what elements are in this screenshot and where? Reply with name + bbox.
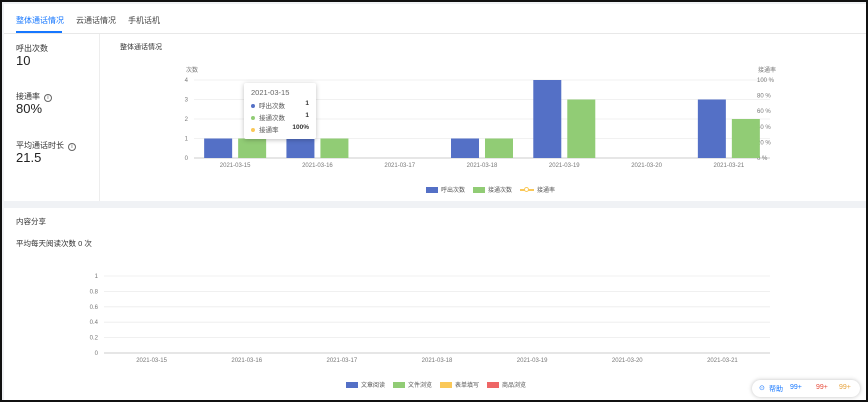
bar bbox=[697, 99, 726, 158]
legend-swatch-icon bbox=[346, 382, 358, 388]
badge-count: 99+ bbox=[816, 384, 828, 391]
call-chart-legend: 呼出次数 接通次数 接通率 bbox=[426, 185, 563, 194]
tooltip-row-label: 呼出次数 bbox=[259, 103, 285, 110]
x-tick-label: 2021-03-17 bbox=[384, 163, 415, 169]
y2-tick-label: 60 % bbox=[757, 109, 771, 115]
legend-swatch-icon bbox=[426, 187, 438, 193]
y-tick-label: 1 bbox=[95, 274, 99, 280]
y-tick-label: 1 bbox=[185, 137, 189, 143]
legend-swatch-icon bbox=[473, 187, 486, 193]
series-dot-icon bbox=[251, 104, 255, 108]
tooltip-row-value: 100% bbox=[292, 124, 309, 131]
left-axis-name: 次数 bbox=[186, 66, 198, 74]
legend-item[interactable]: 表单填写 bbox=[440, 380, 479, 389]
x-tick-label: 2021-03-21 bbox=[707, 358, 738, 364]
app-frame: 整体通话情况 云通话情况 手机话机 呼出次数 10 接通率 i 80% 平均通话时… bbox=[0, 0, 868, 402]
legend-swatch-icon bbox=[393, 382, 406, 388]
x-tick-label: 2021-03-19 bbox=[549, 163, 580, 169]
bar bbox=[320, 138, 349, 158]
tooltip-row: 接通率 100% bbox=[251, 124, 313, 134]
tooltip-row: 接通次数 1 bbox=[251, 112, 313, 122]
legend-item[interactable]: 接通次数 bbox=[473, 185, 512, 194]
legend-label: 文章阅读 bbox=[361, 383, 386, 389]
y2-tick-label: 100 % bbox=[757, 78, 775, 84]
x-tick-label: 2021-03-18 bbox=[467, 163, 498, 169]
bar bbox=[286, 138, 315, 158]
legend-swatch-icon bbox=[440, 382, 453, 388]
right-axis-name: 接通率 bbox=[758, 66, 776, 74]
legend-swatch-icon bbox=[520, 187, 535, 193]
x-tick-label: 2021-03-20 bbox=[631, 163, 662, 169]
series-dot-icon bbox=[251, 116, 255, 120]
tooltip-row-label: 接通率 bbox=[259, 127, 279, 134]
y-tick-label: 0 bbox=[185, 156, 189, 162]
y2-tick-label: 80 % bbox=[757, 94, 771, 100]
bar bbox=[451, 138, 479, 158]
legend-item[interactable]: 接通率 bbox=[520, 185, 555, 194]
content-share-card: 内容分享 平均每天阅读次数 0 次 0 0.2 0.4 0.6 0.8 1 2021-03-… bbox=[4, 208, 866, 400]
x-tick-label: 2021-03-17 bbox=[327, 358, 358, 364]
tooltip-row-value: 1 bbox=[305, 112, 309, 119]
y-tick-label: 0.6 bbox=[90, 305, 99, 311]
share-chart: 0 0.2 0.4 0.6 0.8 1 2021-03-15 2021-03-16 2021-0… bbox=[90, 274, 770, 364]
tooltip-date: 2021-03-15 bbox=[251, 88, 290, 97]
legend-label: 接通率 bbox=[537, 188, 556, 194]
help-icon: ⊙ bbox=[759, 385, 765, 392]
legend-label: 表单填写 bbox=[455, 383, 480, 389]
y-tick-label: 0.2 bbox=[90, 336, 99, 342]
chart-tooltip: 2021-03-15 呼出次数 1 接通次数 1 接通率 100% bbox=[244, 83, 316, 139]
badge-count: 99+ bbox=[839, 384, 851, 391]
x-tick-label: 2021-03-15 bbox=[136, 358, 167, 364]
tooltip-row: 呼出次数 1 bbox=[251, 100, 313, 110]
call-chart: 次数 接通率 012340 %20 %40 %60 %80 %100 %2021… bbox=[185, 66, 776, 169]
x-tick-label: 2021-03-20 bbox=[612, 358, 643, 364]
y-tick-label: 3 bbox=[185, 98, 189, 104]
legend-label: 文件浏览 bbox=[408, 383, 433, 389]
bar bbox=[567, 99, 596, 158]
legend-item[interactable]: 文章阅读 bbox=[346, 380, 385, 389]
legend-item[interactable]: 呼出次数 bbox=[426, 185, 465, 194]
bar bbox=[485, 138, 513, 158]
y-tick-label: 0.4 bbox=[90, 320, 99, 326]
help-label: 帮助 bbox=[769, 386, 783, 393]
legend-swatch-icon bbox=[487, 382, 500, 388]
y-tick-label: 0.8 bbox=[90, 289, 99, 295]
y-tick-label: 4 bbox=[185, 78, 189, 84]
legend-label: 接通次数 bbox=[488, 188, 513, 194]
badge-count: 99+ bbox=[790, 384, 802, 391]
y-tick-label: 2 bbox=[185, 117, 189, 123]
tooltip-row-value: 1 bbox=[305, 100, 309, 107]
legend-item[interactable]: 商品浏览 bbox=[487, 380, 526, 389]
share-chart-legend: 文章阅读 文件浏览 表单填写 商品浏览 bbox=[346, 380, 534, 389]
tooltip-row-label: 接通次数 bbox=[259, 115, 285, 122]
x-tick-label: 2021-03-16 bbox=[302, 163, 333, 169]
bar bbox=[238, 138, 267, 158]
x-tick-label: 2021-03-15 bbox=[220, 163, 251, 169]
legend-item[interactable]: 文件浏览 bbox=[393, 380, 432, 389]
legend-label: 呼出次数 bbox=[441, 188, 466, 194]
x-tick-label: 2021-03-18 bbox=[422, 358, 453, 364]
bar bbox=[731, 119, 760, 158]
help-widget[interactable]: ⊙ 帮助 99+ 99+ 99+ bbox=[752, 380, 860, 397]
x-tick-label: 2021-03-21 bbox=[714, 163, 745, 169]
call-overview-card: 整体通话情况 云通话情况 手机话机 呼出次数 10 接通率 i 80% 平均通话时… bbox=[4, 4, 866, 201]
bar bbox=[533, 80, 562, 158]
series-dot-icon bbox=[251, 128, 255, 132]
bar bbox=[204, 138, 233, 158]
x-tick-label: 2021-03-19 bbox=[517, 358, 548, 364]
legend-label: 商品浏览 bbox=[502, 383, 527, 389]
y-tick-label: 0 bbox=[95, 351, 99, 357]
x-tick-label: 2021-03-16 bbox=[231, 358, 262, 364]
